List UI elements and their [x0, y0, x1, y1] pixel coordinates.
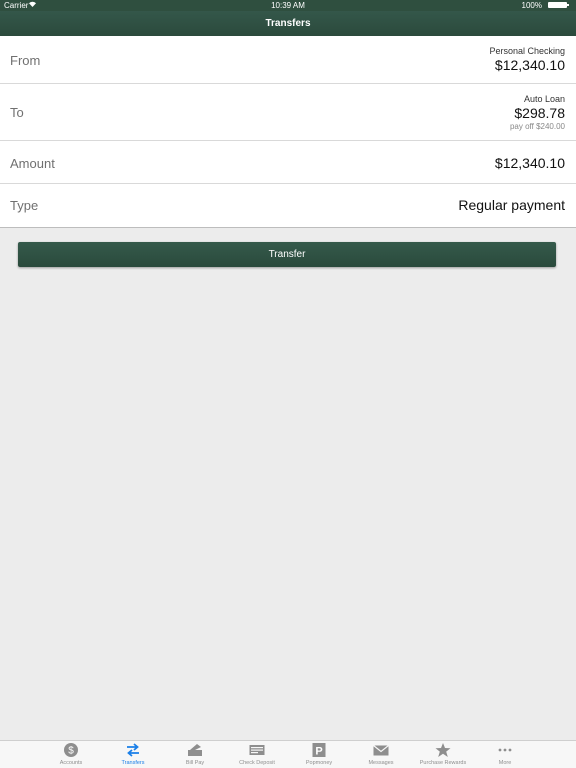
from-account-balance: $12,340.10: [494, 57, 565, 73]
to-label: To: [10, 105, 24, 120]
type-value: Regular payment: [458, 197, 565, 213]
tab-bill-pay[interactable]: Bill Pay: [164, 741, 226, 768]
tab-more[interactable]: More: [474, 741, 536, 768]
tab-messages[interactable]: Messages: [350, 741, 412, 768]
from-account-name: Personal Checking: [489, 46, 565, 56]
transfer-button[interactable]: Transfer: [18, 242, 556, 267]
tab-bar: $ Accounts Transfers Bill Pay Check Depo…: [0, 740, 576, 768]
tab-purchase-rewards[interactable]: Purchase Rewards: [412, 741, 474, 768]
amount-label: Amount: [10, 156, 55, 171]
tab-label: Accounts: [59, 760, 83, 766]
battery-icon: [548, 2, 570, 8]
tab-label: Bill Pay: [185, 760, 205, 766]
dollar-circle-icon: $: [63, 743, 79, 757]
tab-label: More: [498, 760, 512, 766]
status-bar: Carrier 10:39 AM 100%: [0, 0, 576, 11]
svg-text:$: $: [68, 746, 74, 757]
tab-accounts[interactable]: $ Accounts: [40, 741, 102, 768]
to-account-name: Auto Loan: [523, 94, 565, 104]
svg-text:P: P: [315, 746, 322, 758]
bill-pay-icon: [187, 743, 203, 757]
clock: 10:39 AM: [271, 1, 305, 10]
transfer-form: From Personal Checking $12,340.10 To Aut…: [0, 36, 576, 228]
page-title: Transfers: [265, 18, 311, 29]
to-account-balance: $298.78: [514, 105, 565, 121]
amount-value: $12,340.10: [494, 155, 565, 171]
tab-popmoney[interactable]: P Popmoney: [288, 741, 350, 768]
envelope-icon: [373, 743, 389, 757]
ellipsis-icon: [497, 743, 513, 757]
transfer-arrows-icon: [125, 743, 141, 757]
type-label: Type: [10, 198, 39, 213]
from-label: From: [10, 53, 41, 68]
tab-label: Messages: [368, 760, 394, 766]
tab-label: Popmoney: [305, 760, 333, 766]
type-row[interactable]: Type Regular payment: [0, 184, 576, 227]
tab-transfers[interactable]: Transfers: [102, 741, 164, 768]
tab-label: Check Deposit: [239, 760, 275, 766]
battery-percent: 100%: [521, 1, 542, 10]
tab-check-deposit[interactable]: Check Deposit: [226, 741, 288, 768]
to-account-row[interactable]: To Auto Loan $298.78 pay off $240.00: [0, 84, 576, 141]
navigation-bar: Transfers: [0, 11, 576, 36]
star-icon: [435, 743, 451, 757]
tab-label: Purchase Rewards: [419, 760, 467, 766]
from-account-row[interactable]: From Personal Checking $12,340.10: [0, 36, 576, 84]
check-deposit-icon: [249, 743, 265, 757]
tab-label: Transfers: [121, 760, 145, 766]
to-account-payoff: pay off $240.00: [509, 122, 565, 131]
popmoney-icon: P: [311, 743, 327, 758]
amount-row[interactable]: Amount $12,340.10: [0, 141, 576, 184]
